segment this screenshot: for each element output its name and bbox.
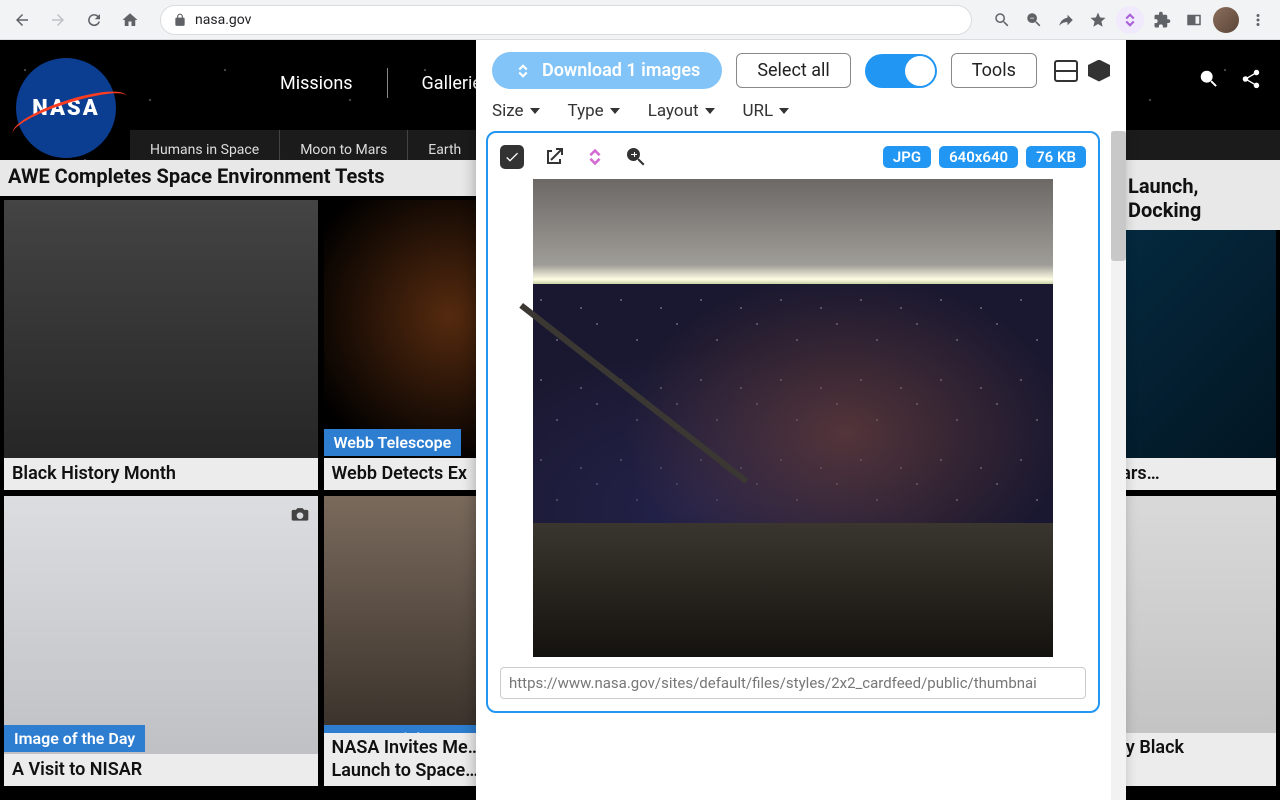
image-card: JPG 640x640 76 KB https://www.nasa.gov/s… (486, 131, 1100, 713)
lock-icon (173, 13, 187, 27)
chrome-actions (988, 6, 1272, 34)
image-preview[interactable] (533, 179, 1053, 657)
chevron-down-icon (530, 108, 540, 114)
share-page-icon[interactable] (1240, 68, 1262, 90)
back-button[interactable] (8, 6, 36, 34)
side-panel-icon[interactable] (1180, 6, 1208, 34)
card-badge: Webb Telescope (324, 429, 462, 456)
camera-icon (290, 504, 310, 524)
layout-list-icon[interactable] (1054, 60, 1078, 82)
browser-toolbar: nasa.gov (0, 0, 1280, 40)
dimensions-pill: 640x640 (939, 146, 1018, 168)
filter-type[interactable]: Type (568, 101, 620, 121)
main-nav: Missions Galleries (280, 68, 491, 98)
scrollbar[interactable] (1111, 131, 1126, 800)
settings-hex-icon[interactable] (1088, 60, 1110, 82)
profile-avatar[interactable] (1212, 6, 1240, 34)
image-url-field[interactable]: https://www.nasa.gov/sites/default/files… (500, 667, 1086, 699)
address-bar[interactable]: nasa.gov (160, 5, 972, 35)
filesize-pill: 76 KB (1026, 146, 1086, 168)
banner-headline-right[interactable]: Launch, Docking (1120, 170, 1280, 230)
forward-button[interactable] (44, 6, 72, 34)
nasa-logo[interactable]: NASA (16, 58, 116, 158)
card-title: Black History Month (12, 463, 176, 486)
filter-layout[interactable]: Layout (648, 101, 715, 121)
filter-url[interactable]: URL (743, 101, 790, 121)
image-checkbox[interactable] (500, 145, 524, 169)
page-content: NASA Missions Galleries Humans in Space … (0, 40, 1280, 800)
url-text: nasa.gov (195, 12, 251, 28)
card-badge: Image of the Day (4, 725, 145, 752)
nav-missions[interactable]: Missions (280, 73, 353, 94)
download-label: Download 1 images (542, 60, 700, 81)
card-title: A Visit to NISAR (12, 759, 142, 782)
home-button[interactable] (116, 6, 144, 34)
chevron-down-icon (610, 108, 620, 114)
filter-size[interactable]: Size (492, 101, 540, 121)
tools-button[interactable]: Tools (951, 53, 1037, 88)
extension-popup: Download 1 images Select all Tools Size … (476, 40, 1126, 800)
chevron-down-icon (779, 108, 789, 114)
filter-bar: Size Type Layout URL (476, 101, 1126, 131)
share-icon[interactable] (1052, 6, 1080, 34)
kebab-menu-icon[interactable] (1244, 6, 1272, 34)
extension-icon[interactable] (1116, 6, 1144, 34)
search-icon[interactable] (1198, 68, 1220, 90)
extension-body: JPG 640x640 76 KB https://www.nasa.gov/s… (476, 131, 1126, 800)
nav-divider (387, 68, 388, 98)
select-all-button[interactable]: Select all (736, 53, 850, 88)
download-image-icon[interactable] (584, 146, 606, 168)
zoom-in-icon[interactable] (988, 6, 1016, 34)
card-title: Webb Detects Ex (332, 463, 468, 486)
extension-toolbar: Download 1 images Select all Tools (476, 40, 1126, 101)
bookmark-star-icon[interactable] (1084, 6, 1112, 34)
format-pill: JPG (883, 146, 931, 168)
zoom-image-icon[interactable] (624, 145, 648, 169)
download-button[interactable]: Download 1 images (492, 52, 722, 89)
extensions-puzzle-icon[interactable] (1148, 6, 1176, 34)
open-external-icon[interactable] (542, 145, 566, 169)
reload-button[interactable] (80, 6, 108, 34)
card[interactable]: Image of the Day A Visit to NISAR (4, 496, 318, 786)
chevron-down-icon (705, 108, 715, 114)
zoom-out-icon[interactable] (1020, 6, 1048, 34)
card[interactable]: Black History Month (4, 200, 318, 490)
toggle-switch[interactable] (865, 54, 937, 88)
